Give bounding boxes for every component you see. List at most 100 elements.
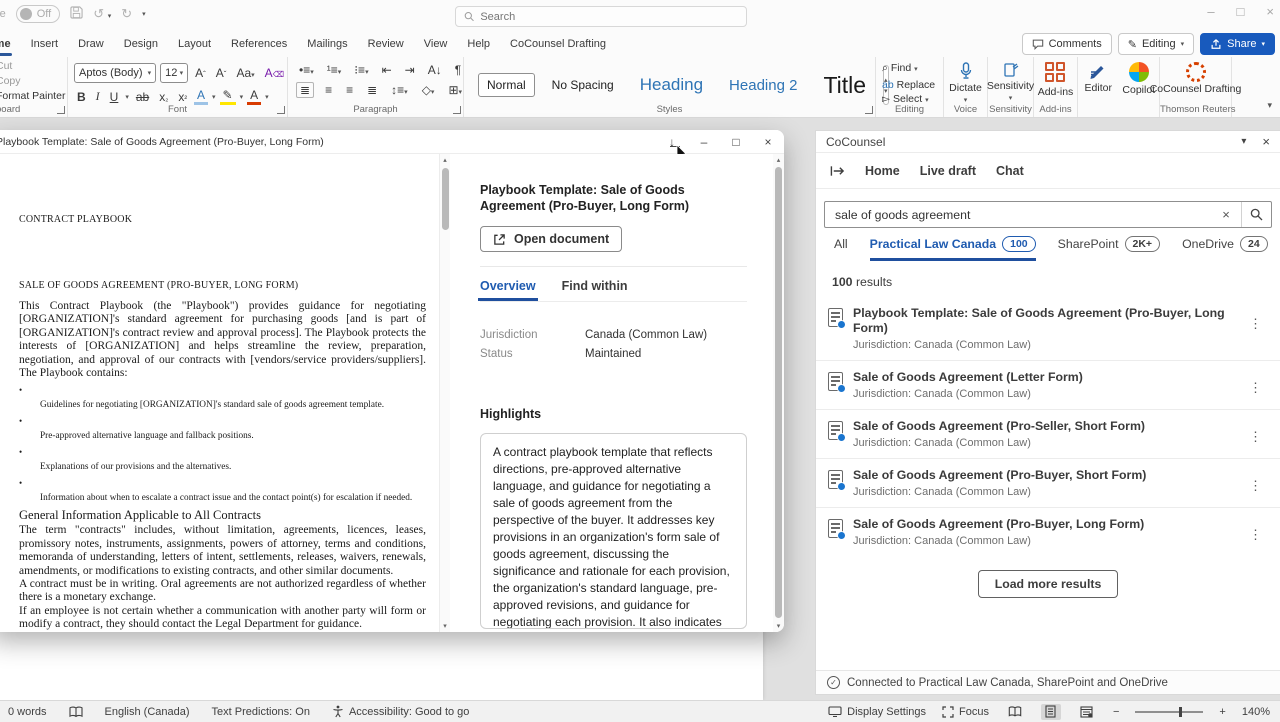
result-row-1[interactable]: Playbook Template: Sale of Goods Agreeme… (816, 297, 1280, 361)
underline-caret-icon[interactable]: ▾ (125, 93, 129, 101)
close-window-icon[interactable]: × (1266, 4, 1274, 19)
clipboard-dialog-launcher-icon[interactable] (57, 106, 65, 114)
maximize-window-icon[interactable]: □ (1237, 4, 1245, 19)
justify-icon[interactable]: ≣ (364, 83, 380, 97)
more-options-icon[interactable]: ⋮ (1241, 376, 1270, 400)
nav-chat[interactable]: Chat (996, 164, 1024, 178)
result-title[interactable]: Sale of Goods Agreement (Pro-Buyer, Long… (853, 517, 1241, 532)
text-effects-icon[interactable]: A (194, 88, 208, 105)
align-left-icon[interactable]: ≣ (296, 82, 314, 98)
cocounsel-drafting-button[interactable]: CoCounsel Drafting (1160, 57, 1231, 95)
sort-icon[interactable]: A↓ (425, 63, 445, 77)
tab-mailings[interactable]: Mailings (297, 32, 357, 57)
style-heading1[interactable]: Heading (631, 70, 712, 100)
numbered-list-icon[interactable]: ¹≡▾ (324, 63, 345, 77)
shading-icon[interactable]: ◇▾ (419, 83, 438, 97)
zoom-slider-thumb[interactable] (1179, 707, 1182, 717)
tab-design[interactable]: Design (114, 32, 168, 57)
scroll-down-icon[interactable]: ▾ (773, 622, 784, 630)
comments-button[interactable]: Comments (1022, 33, 1112, 55)
multilevel-list-icon[interactable]: ⁝≡▾ (351, 63, 371, 77)
minimize-preview-icon[interactable]: – (688, 135, 720, 149)
zoom-slider[interactable] (1135, 711, 1203, 713)
decrease-indent-icon[interactable]: ⇤ (379, 63, 395, 77)
font-dialog-launcher-icon[interactable] (277, 106, 285, 114)
cocounsel-search-input[interactable] (825, 208, 1211, 222)
open-document-button[interactable]: Open document (480, 226, 622, 252)
result-row-5[interactable]: Sale of Goods Agreement (Pro-Buyer, Long… (816, 508, 1280, 556)
highlight-caret-icon[interactable]: ▾ (240, 93, 244, 101)
subscript-icon[interactable]: x₂ (156, 90, 171, 104)
style-heading2[interactable]: Heading 2 (720, 72, 806, 99)
search-submit-button[interactable] (1241, 202, 1271, 227)
word-count[interactable]: 0 words (8, 706, 47, 718)
italic-icon[interactable]: I (93, 89, 103, 104)
scrollbar-thumb[interactable] (775, 167, 782, 618)
dictate-button[interactable]: Dictate▾ (944, 57, 987, 104)
editing-mode-button[interactable]: ✎ Editing▾ (1118, 33, 1194, 55)
show-paragraph-marks-icon[interactable]: ¶ (452, 63, 464, 77)
align-center-icon[interactable]: ≡ (322, 83, 335, 97)
print-layout-icon[interactable] (1041, 704, 1061, 720)
preview-info-scrollbar[interactable]: ▴ ▾ (773, 154, 784, 632)
zoom-in-icon[interactable]: + (1219, 706, 1225, 718)
redo-icon[interactable]: ↻ (121, 6, 132, 22)
undo-icon[interactable]: ↺ ▾ (93, 6, 111, 22)
display-settings-button[interactable]: Display Settings (828, 706, 926, 718)
font-size-combo[interactable]: 12▾ (160, 63, 188, 83)
shrink-font-icon[interactable]: Aˇ (213, 66, 230, 80)
autosave-toggle[interactable]: Off (16, 5, 60, 23)
scroll-up-icon[interactable]: ▴ (440, 156, 450, 164)
editor-button[interactable]: Editor (1078, 57, 1119, 117)
source-tab-onedrive[interactable]: OneDrive24 (1182, 236, 1268, 261)
result-row-2[interactable]: Sale of Goods Agreement (Letter Form) Ju… (816, 361, 1280, 410)
result-row-4[interactable]: Sale of Goods Agreement (Pro-Buyer, Shor… (816, 459, 1280, 508)
maximize-preview-icon[interactable]: □ (720, 135, 752, 149)
bold-icon[interactable]: B (74, 90, 89, 104)
increase-indent-icon[interactable]: ⇥ (402, 63, 418, 77)
more-options-icon[interactable]: ⋮ (1241, 474, 1270, 498)
scroll-up-icon[interactable]: ▴ (773, 156, 784, 164)
tab-layout[interactable]: Layout (168, 32, 221, 57)
more-options-icon[interactable]: ⋮ (1241, 523, 1270, 547)
document-preview-pane[interactable]: CONTRACT PLAYBOOK SALE OF GOODS AGREEMEN… (0, 154, 450, 632)
load-more-results-button[interactable]: Load more results (978, 570, 1119, 598)
save-icon[interactable] (70, 6, 83, 22)
tab-review[interactable]: Review (358, 32, 414, 57)
find-button[interactable]: ⌕ Find ▾ (882, 61, 943, 78)
font-name-combo[interactable]: Aptos (Body)▾ (74, 63, 156, 83)
focus-button[interactable]: Focus (942, 706, 989, 718)
font-color-icon[interactable]: A (247, 88, 261, 105)
style-no-spacing[interactable]: No Spacing (543, 73, 623, 97)
result-title[interactable]: Sale of Goods Agreement (Letter Form) (853, 370, 1241, 385)
tab-find-within[interactable]: Find within (562, 279, 628, 301)
tab-overview[interactable]: Overview (480, 279, 536, 301)
source-tab-sharepoint[interactable]: SharePoint2K+ (1058, 236, 1160, 261)
panel-close-icon[interactable]: × (1262, 134, 1270, 149)
underline-icon[interactable]: U (107, 90, 122, 104)
nav-live-draft[interactable]: Live draft (920, 164, 976, 178)
line-spacing-icon[interactable]: ↕≡▾ (388, 83, 411, 97)
clear-formatting-icon[interactable]: A⌫ (262, 66, 287, 80)
replace-button[interactable]: ab Replace (882, 78, 943, 93)
borders-icon[interactable]: ⊞▾ (445, 83, 465, 97)
scroll-down-icon[interactable]: ▾ (440, 622, 450, 630)
more-options-icon[interactable]: ⋮ (1241, 312, 1270, 336)
style-normal[interactable]: Normal (478, 73, 535, 97)
panel-collapse-icon[interactable]: ▾ (1241, 136, 1246, 147)
tab-references[interactable]: References (221, 32, 297, 57)
more-options-icon[interactable]: ⋮ (1241, 425, 1270, 449)
tab-help[interactable]: Help (457, 32, 500, 57)
align-right-icon[interactable]: ≡ (343, 83, 356, 97)
addins-button[interactable]: Add-ins (1034, 57, 1077, 98)
result-row-3[interactable]: Sale of Goods Agreement (Pro-Seller, Sho… (816, 410, 1280, 459)
tab-draw[interactable]: Draw (68, 32, 114, 57)
zoom-level[interactable]: 140% (1242, 706, 1270, 718)
customize-qat-icon[interactable]: ▾ (142, 10, 146, 18)
tab-view[interactable]: View (414, 32, 458, 57)
preview-window-titlebar[interactable]: Playbook Template: Sale of Goods Agreeme… (0, 130, 784, 154)
paragraph-dialog-launcher-icon[interactable] (453, 106, 461, 114)
text-effects-caret-icon[interactable]: ▾ (212, 93, 216, 101)
scrollbar-thumb[interactable] (442, 168, 449, 230)
collapse-ribbon-icon[interactable]: ▾ (1267, 100, 1272, 111)
